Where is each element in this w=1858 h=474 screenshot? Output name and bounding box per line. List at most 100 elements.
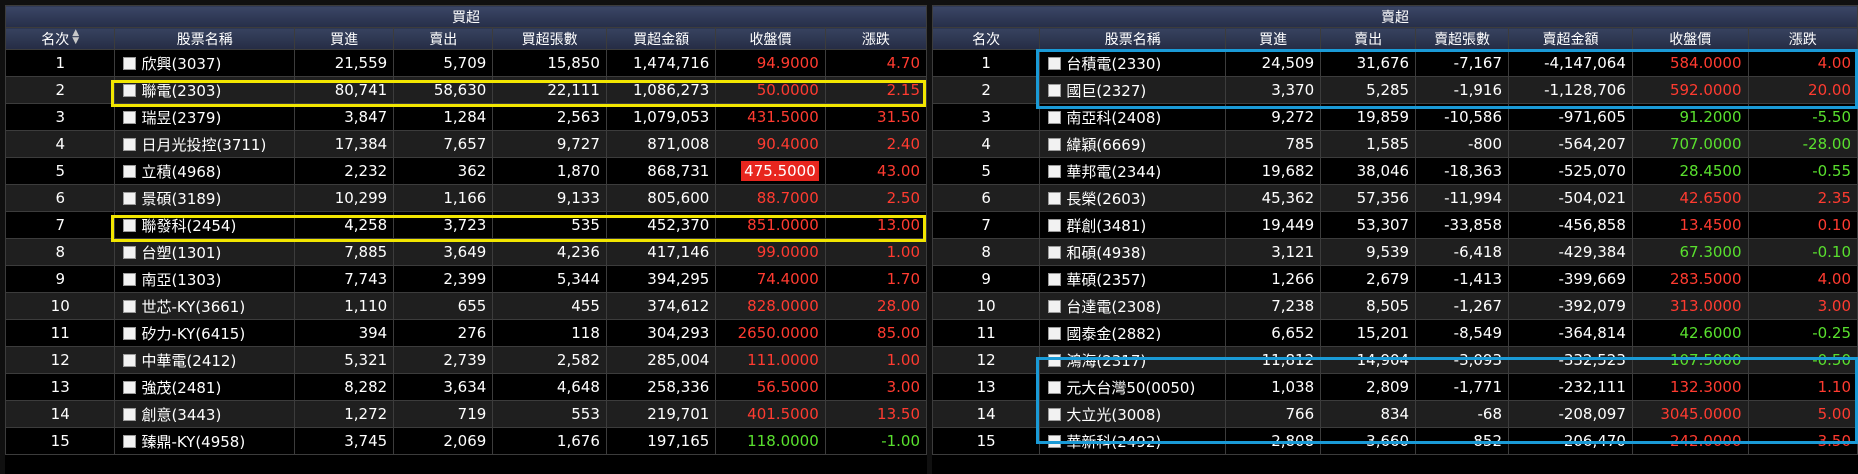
stock-name[interactable]: 台塑(1301) [141,244,221,262]
stock-name[interactable]: 國巨(2327) [1066,82,1146,100]
col-rank-header[interactable]: 名次 ▲ ▼ [4,27,116,50]
col-sell-header[interactable]: 賣出 [393,27,494,50]
row-checkbox[interactable] [1048,434,1062,448]
stock-name[interactable]: 華邦電(2344) [1066,163,1161,181]
row-checkbox[interactable] [1048,245,1062,259]
table-row[interactable]: 9 華碩(2357) 1,266 2,679 -1,413 -399,669 283.500… [931,265,1858,293]
stock-name[interactable]: 瑞昱(2379) [141,109,221,127]
row-checkbox[interactable] [1048,164,1062,178]
stock-name[interactable]: 景碩(3189) [141,190,221,208]
row-checkbox[interactable] [123,326,137,340]
col-sell-header[interactable]: 賣出 [1320,27,1417,50]
table-row[interactable]: 4 緯穎(6669) 785 1,585 -800 -564,207 707.0000 -28… [931,130,1858,158]
stock-name[interactable]: 聯電(2303) [141,82,221,100]
stock-name[interactable]: 世芯-KY(3661) [141,298,245,316]
stock-name[interactable]: 立積(4968) [141,163,221,181]
stock-name[interactable]: 群創(3481) [1066,217,1146,235]
table-row[interactable]: 15 臻鼎-KY(4958) 3,745 2,069 1,676 197,165 118.0… [4,427,928,455]
table-row[interactable]: 5 立積(4968) 2,232 362 1,870 868,731 475.5000 43.… [4,157,928,185]
table-row[interactable]: 14 大立光(3008) 766 834 -68 -208,097 3045.0000 5.0… [931,400,1858,428]
stock-name[interactable]: 台達電(2308) [1066,298,1161,316]
stock-name[interactable]: 聯發科(2454) [141,217,236,235]
row-checkbox[interactable] [123,407,137,421]
row-checkbox[interactable] [123,245,137,259]
col-amount-header[interactable]: 買超金額 [605,27,717,50]
stock-name[interactable]: 元大台灣50(0050) [1066,379,1195,397]
col-change-header[interactable]: 漲跌 [1747,27,1858,50]
table-row[interactable]: 6 長榮(2603) 45,362 57,356 -11,994 -504,021 42.6… [931,184,1858,212]
stock-name[interactable]: 欣興(3037) [141,55,221,73]
stock-name[interactable]: 臻鼎-KY(4958) [141,433,245,451]
table-row[interactable]: 6 景碩(3189) 10,299 1,166 9,133 805,600 88.7000 2… [4,184,928,212]
stock-name[interactable]: 國泰金(2882) [1066,325,1161,343]
col-name-header[interactable]: 股票名稱 [1039,27,1227,50]
row-checkbox[interactable] [123,110,137,124]
row-checkbox[interactable] [1048,380,1062,394]
row-checkbox[interactable] [123,299,137,313]
table-row[interactable]: 12 中華電(2412) 5,321 2,739 2,582 285,004 111.000… [4,346,928,374]
row-checkbox[interactable] [123,191,137,205]
stock-name[interactable]: 強茂(2481) [141,379,221,397]
col-net-header[interactable]: 賣超張數 [1415,27,1510,50]
table-row[interactable]: 13 元大台灣50(0050) 1,038 2,809 -1,771 -232,111 13… [931,373,1858,401]
table-row[interactable]: 10 世芯-KY(3661) 1,110 655 455 374,612 828.0000 2… [4,292,928,320]
stock-name[interactable]: 鴻海(2317) [1066,352,1146,370]
table-row[interactable]: 1 台積電(2330) 24,509 31,676 -7,167 -4,147,064 58… [931,49,1858,77]
stock-name[interactable]: 長榮(2603) [1066,190,1146,208]
table-row[interactable]: 11 國泰金(2882) 6,652 15,201 -8,549 -364,814 42.6… [931,319,1858,347]
row-checkbox[interactable] [1048,218,1062,232]
table-row[interactable]: 5 華邦電(2344) 19,682 38,046 -18,363 -525,070 28.… [931,157,1858,185]
table-row[interactable]: 15 華新科(2492) 2,808 3,660 -852 -206,470 242.000… [931,427,1858,455]
table-row[interactable]: 10 台達電(2308) 7,238 8,505 -1,267 -392,079 313.0… [931,292,1858,320]
row-checkbox[interactable] [123,83,137,97]
table-row[interactable]: 8 和碩(4938) 3,121 9,539 -6,418 -429,384 67.3000… [931,238,1858,266]
row-checkbox[interactable] [123,137,137,151]
col-close-header[interactable]: 收盤價 [715,27,826,50]
row-checkbox[interactable] [1048,191,1062,205]
table-row[interactable]: 8 台塑(1301) 7,885 3,649 4,236 417,146 99.0000 1.… [4,238,928,266]
stock-name[interactable]: 矽力-KY(6415) [141,325,245,343]
sort-icon[interactable]: ▲ ▼ [72,29,79,46]
col-amount-header[interactable]: 賣超金額 [1508,27,1633,50]
stock-name[interactable]: 大立光(3008) [1066,406,1161,424]
row-checkbox[interactable] [1048,326,1062,340]
row-checkbox[interactable] [123,56,137,70]
col-rank-header[interactable]: 名次 [931,27,1041,50]
table-row[interactable]: 9 南亞(1303) 7,743 2,399 5,344 394,295 74.4000 1.… [4,265,928,293]
row-checkbox[interactable] [123,218,137,232]
table-row[interactable]: 2 國巨(2327) 3,370 5,285 -1,916 -1,128,706 592.0… [931,76,1858,104]
row-checkbox[interactable] [1048,299,1062,313]
stock-name[interactable]: 創意(3443) [141,406,221,424]
stock-name[interactable]: 日月光投控(3711) [141,136,266,154]
col-change-header[interactable]: 漲跌 [824,27,928,50]
stock-name[interactable]: 華新科(2492) [1066,433,1161,451]
stock-name[interactable]: 華碩(2357) [1066,271,1146,289]
stock-name[interactable]: 南亞科(2408) [1066,109,1161,127]
row-checkbox[interactable] [1048,56,1062,70]
row-checkbox[interactable] [1048,353,1062,367]
table-row[interactable]: 4 日月光投控(3711) 17,384 7,657 9,727 871,008 90.40… [4,130,928,158]
stock-name[interactable]: 和碩(4938) [1066,244,1146,262]
row-checkbox[interactable] [1048,272,1062,286]
table-row[interactable]: 3 瑞昱(2379) 3,847 1,284 2,563 1,079,053 431.500… [4,103,928,131]
table-row[interactable]: 14 創意(3443) 1,272 719 553 219,701 401.5000 13.5… [4,400,928,428]
col-buy-header[interactable]: 買進 [294,27,395,50]
col-net-header[interactable]: 買超張數 [492,27,607,50]
stock-name[interactable]: 台積電(2330) [1066,55,1161,73]
row-checkbox[interactable] [123,380,137,394]
table-row[interactable]: 3 南亞科(2408) 9,272 19,859 -10,586 -971,605 91.2… [931,103,1858,131]
col-close-header[interactable]: 收盤價 [1631,27,1749,50]
row-checkbox[interactable] [123,353,137,367]
stock-name[interactable]: 中華電(2412) [141,352,236,370]
table-row[interactable]: 2 聯電(2303) 80,741 58,630 22,111 1,086,273 50.0… [4,76,928,104]
col-buy-header[interactable]: 買進 [1225,27,1322,50]
row-checkbox[interactable] [123,434,137,448]
table-row[interactable]: 12 鴻海(2317) 11,812 14,904 -3,093 -332,523 107.… [931,346,1858,374]
table-row[interactable]: 7 群創(3481) 19,449 53,307 -33,858 -456,858 13.4… [931,211,1858,239]
row-checkbox[interactable] [1048,137,1062,151]
table-row[interactable]: 11 矽力-KY(6415) 394 276 118 304,293 2650.0000 85… [4,319,928,347]
table-row[interactable]: 7 聯發科(2454) 4,258 3,723 535 452,370 851.0000 13… [4,211,928,239]
row-checkbox[interactable] [1048,110,1062,124]
table-row[interactable]: 13 強茂(2481) 8,282 3,634 4,648 258,336 56.5000 3… [4,373,928,401]
col-name-header[interactable]: 股票名稱 [114,27,296,50]
